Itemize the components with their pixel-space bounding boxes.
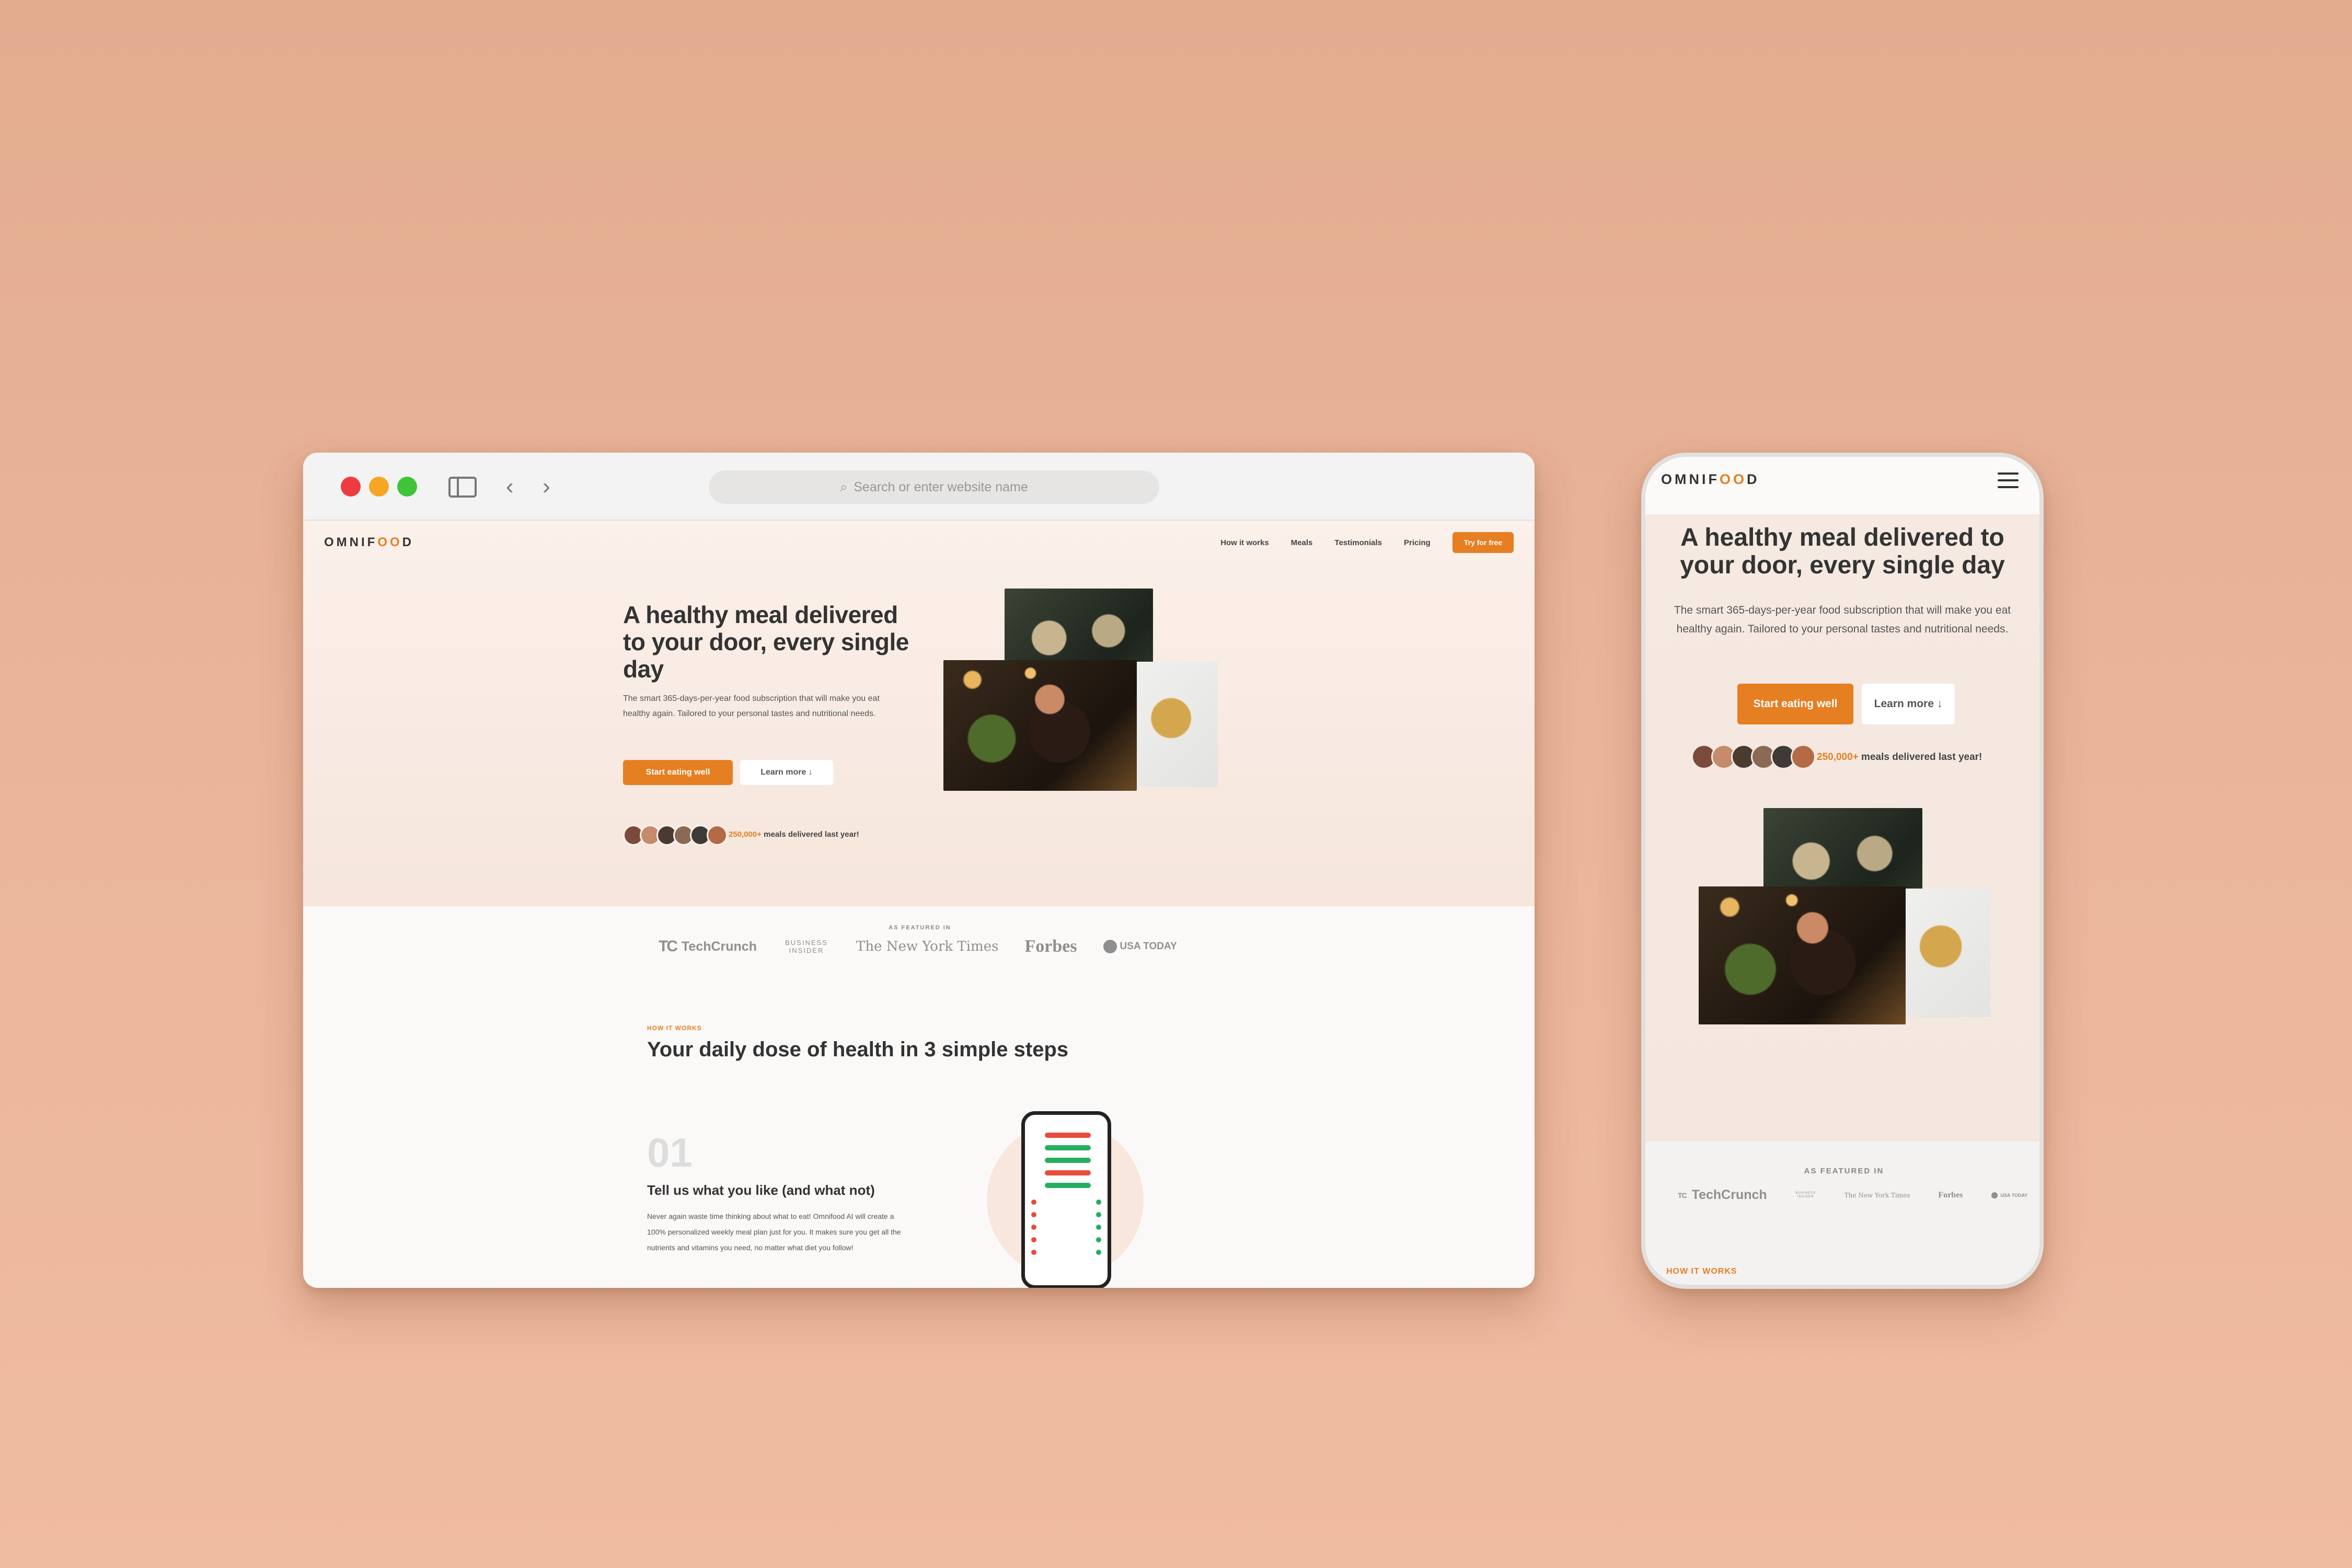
site-logo[interactable]: OMNIFOOD bbox=[324, 535, 414, 550]
hero-section bbox=[303, 521, 1535, 906]
meals-count: 250,000+ bbox=[1817, 752, 1859, 763]
meals-count: 250,000+ bbox=[729, 830, 762, 839]
learn-more-button[interactable]: Learn more ↓ bbox=[740, 760, 833, 785]
techcrunch-text: TechCrunch bbox=[682, 939, 757, 954]
mobile-featured-in-label: AS FEATURED IN bbox=[1804, 1167, 1884, 1175]
mobile-device: OMNIFOOD A healthy meal delivered to you… bbox=[1641, 453, 2044, 1289]
preference-row bbox=[1031, 1237, 1101, 1242]
forward-arrow-icon[interactable]: › bbox=[543, 474, 550, 500]
logo-text-end: D bbox=[402, 535, 414, 549]
logo-text-start: OMNIF bbox=[1661, 471, 1720, 487]
mobile-start-eating-well-button[interactable]: Start eating well bbox=[1737, 684, 1853, 724]
search-icon: ⌕ bbox=[840, 479, 848, 494]
how-it-works-label: HOW IT WORKS bbox=[647, 1024, 702, 1032]
preference-row bbox=[1031, 1225, 1101, 1230]
nav-link-pricing[interactable]: Pricing bbox=[1404, 538, 1431, 547]
nav-link-testimonials[interactable]: Testimonials bbox=[1334, 538, 1382, 547]
forbes-logo: Forbes bbox=[1024, 937, 1077, 956]
desktop-page: OMNIFOOD How it works Meals Testimonials… bbox=[303, 521, 1535, 1288]
hero-title: A healthy meal delivered to your door, e… bbox=[623, 601, 909, 683]
techcrunch-mark: TC bbox=[1678, 1191, 1687, 1200]
mobile-header: OMNIFOOD bbox=[1645, 457, 2039, 514]
usa-today-logo: USA TODAY bbox=[1991, 1192, 2028, 1198]
maximize-window-button[interactable] bbox=[397, 477, 417, 497]
mobile-woman-eating-image bbox=[1699, 886, 1906, 1024]
logo-oo: OO bbox=[377, 535, 402, 549]
woman-eating-image bbox=[943, 660, 1137, 791]
address-bar[interactable]: ⌕ Search or enter website name bbox=[709, 470, 1159, 504]
nyt-logo: The New York Times bbox=[1844, 1191, 1910, 1199]
techcrunch-text: TechCrunch bbox=[1691, 1187, 1767, 1202]
mobile-meals-delivered-text: 250,000+ meals delivered last year! bbox=[1817, 752, 1982, 763]
customer-avatars bbox=[623, 825, 728, 846]
minimize-window-button[interactable] bbox=[369, 477, 389, 497]
start-eating-well-button[interactable]: Start eating well bbox=[623, 760, 733, 785]
usa-today-circle-icon bbox=[1991, 1192, 1998, 1198]
meals-caption: meals delivered last year! bbox=[761, 830, 859, 839]
logo-text-start: OMNIF bbox=[324, 535, 378, 549]
nav-link-meals[interactable]: Meals bbox=[1291, 538, 1313, 547]
step-number: 01 bbox=[647, 1129, 693, 1175]
mobile-hero-title: A healthy meal delivered to your door, e… bbox=[1680, 524, 2005, 579]
hamburger-menu-icon[interactable] bbox=[1998, 472, 2019, 488]
close-window-button[interactable] bbox=[341, 477, 361, 497]
how-it-works-title: Your daily dose of health in 3 simple st… bbox=[647, 1038, 1069, 1061]
try-for-free-button[interactable]: Try for free bbox=[1452, 532, 1514, 553]
usa-today-text: USA TODAY bbox=[2000, 1192, 2028, 1198]
preference-pill bbox=[1045, 1170, 1091, 1175]
usa-today-text: USA TODAY bbox=[1120, 941, 1177, 952]
nyt-logo: The New York Times bbox=[856, 939, 999, 954]
mobile-site-logo[interactable]: OMNIFOOD bbox=[1661, 471, 1760, 488]
business-insider-logo: BUSINESS INSIDER bbox=[785, 939, 828, 954]
browser-toolbar: ‹ › ⌕ Search or enter website name + bbox=[303, 453, 1535, 521]
back-arrow-icon[interactable]: ‹ bbox=[506, 474, 514, 500]
nav-link-how-it-works[interactable]: How it works bbox=[1220, 538, 1269, 547]
avatar bbox=[1791, 744, 1816, 769]
usa-today-logo: USA TODAY bbox=[1103, 940, 1177, 953]
forbes-logo: Forbes bbox=[1938, 1190, 1963, 1200]
app-screen-mockup bbox=[1021, 1111, 1111, 1288]
meals-delivered-text: 250,000+ meals delivered last year! bbox=[729, 830, 859, 839]
step-description: Never again waste time thinking about wh… bbox=[647, 1212, 901, 1252]
logo-text-end: D bbox=[1747, 471, 1760, 487]
preference-row bbox=[1031, 1212, 1101, 1217]
hero-description: The smart 365-days-per-year food subscri… bbox=[623, 694, 880, 718]
featured-in-label: AS FEATURED IN bbox=[889, 925, 951, 931]
techcrunch-logo: TC TechCrunch bbox=[659, 938, 757, 955]
address-placeholder: Search or enter website name bbox=[854, 479, 1028, 494]
mobile-customer-avatars bbox=[1691, 744, 1816, 769]
business-insider-logo: BUSINESS INSIDER bbox=[1795, 1191, 1816, 1198]
preference-pill bbox=[1045, 1158, 1091, 1163]
meals-caption: meals delivered last year! bbox=[1858, 752, 1982, 763]
step-title: Tell us what you like (and what not) bbox=[647, 1182, 875, 1198]
mobile-featured-logos: TC TechCrunch BUSINESS INSIDER The New Yo… bbox=[1678, 1187, 2027, 1203]
desktop-browser-window: ‹ › ⌕ Search or enter website name + OMN… bbox=[303, 453, 1535, 1288]
usa-today-circle-icon bbox=[1103, 940, 1117, 953]
preference-pill bbox=[1045, 1145, 1091, 1150]
avatar bbox=[707, 825, 728, 846]
logo-oo: OO bbox=[1720, 471, 1747, 487]
mobile-hero-description: The smart 365-days-per-year food subscri… bbox=[1674, 604, 2011, 635]
techcrunch-mark: TC bbox=[659, 938, 678, 955]
nav-links: How it works Meals Testimonials Pricing … bbox=[1220, 532, 1514, 553]
featured-logos: TC TechCrunch BUSINESS INSIDER The New Yo… bbox=[659, 937, 1177, 956]
preference-pill bbox=[1045, 1183, 1091, 1188]
preference-row bbox=[1031, 1250, 1101, 1255]
preference-row bbox=[1031, 1200, 1101, 1205]
preference-pill bbox=[1045, 1133, 1091, 1138]
sidebar-toggle-icon[interactable] bbox=[448, 477, 477, 498]
mobile-how-it-works-label: HOW IT WORKS bbox=[1666, 1267, 1737, 1276]
site-navbar: OMNIFOOD How it works Meals Testimonials… bbox=[324, 532, 1514, 555]
mobile-learn-more-button[interactable]: Learn more ↓ bbox=[1862, 684, 1955, 724]
techcrunch-logo: TC TechCrunch bbox=[1678, 1187, 1767, 1203]
